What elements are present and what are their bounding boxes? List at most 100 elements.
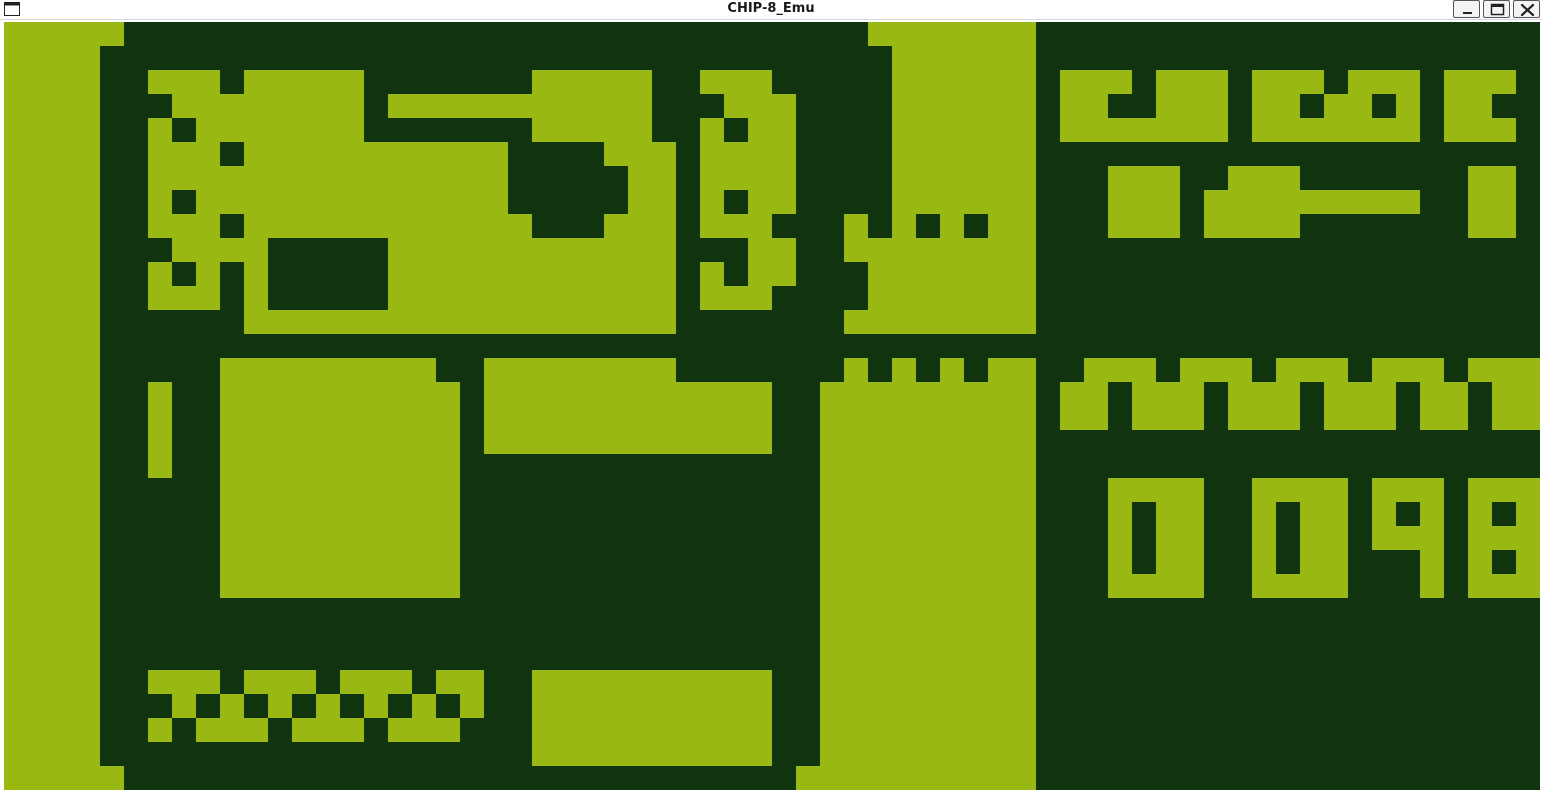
pixel-run xyxy=(244,142,508,166)
pixel-run xyxy=(1516,502,1540,526)
pixel-run xyxy=(1108,214,1180,238)
pixel-run xyxy=(148,142,220,166)
pixel-run xyxy=(1228,382,1300,406)
pixel-run xyxy=(4,670,100,694)
pixel-run xyxy=(1156,502,1204,526)
pixel-run xyxy=(892,94,1036,118)
pixel-run xyxy=(532,742,772,766)
pixel-run xyxy=(148,718,172,742)
pixel-run xyxy=(196,262,220,286)
pixel-run xyxy=(1420,406,1468,430)
pixel-run xyxy=(1444,94,1492,118)
pixel-run xyxy=(820,550,1036,574)
pixel-run xyxy=(1252,550,1276,574)
pixel-run xyxy=(628,190,676,214)
pixel-run xyxy=(196,190,508,214)
pixel-run xyxy=(820,430,1036,454)
pixel-run xyxy=(4,478,100,502)
pixel-run xyxy=(1060,70,1132,94)
pixel-run xyxy=(532,718,772,742)
pixel-run xyxy=(1516,550,1540,574)
pixel-run xyxy=(532,670,772,694)
pixel-run xyxy=(172,694,196,718)
pixel-run xyxy=(700,286,772,310)
pixel-run xyxy=(820,742,1036,766)
pixel-run xyxy=(604,142,676,166)
pixel-run xyxy=(1060,118,1228,142)
pixel-run xyxy=(1372,478,1444,502)
pixel-run xyxy=(436,670,484,694)
pixel-run xyxy=(220,406,460,430)
pixel-grid xyxy=(4,22,1540,790)
pixel-run xyxy=(1324,94,1372,118)
pixel-run xyxy=(1252,502,1276,526)
pixel-run xyxy=(1468,358,1540,382)
pixel-run xyxy=(1084,358,1156,382)
pixel-run xyxy=(700,166,796,190)
pixel-run xyxy=(1156,94,1228,118)
pixel-run xyxy=(220,382,460,406)
title-bar: CHIP-8_Emu xyxy=(0,0,1542,20)
pixel-run xyxy=(820,382,1036,406)
pixel-run xyxy=(220,526,460,550)
pixel-run xyxy=(940,214,964,238)
pixel-run xyxy=(4,502,100,526)
pixel-run xyxy=(820,502,1036,526)
pixel-run xyxy=(1204,214,1300,238)
pixel-run xyxy=(388,262,676,286)
pixel-run xyxy=(220,478,460,502)
pixel-run xyxy=(1132,406,1204,430)
pixel-run xyxy=(4,46,100,70)
pixel-run xyxy=(820,526,1036,550)
pixel-run xyxy=(892,142,1036,166)
pixel-run xyxy=(388,94,652,118)
pixel-run xyxy=(220,454,460,478)
pixel-run xyxy=(4,22,124,46)
pixel-run xyxy=(388,286,676,310)
pixel-run xyxy=(4,598,100,622)
close-icon xyxy=(1520,3,1535,17)
pixel-run xyxy=(148,670,220,694)
pixel-run xyxy=(196,118,364,142)
pixel-run xyxy=(1324,382,1396,406)
pixel-run xyxy=(244,214,532,238)
pixel-run xyxy=(1468,526,1540,550)
pixel-run xyxy=(1468,214,1516,238)
pixel-run xyxy=(1276,358,1348,382)
pixel-run xyxy=(892,166,1036,190)
pixel-run xyxy=(4,454,100,478)
pixel-run xyxy=(868,262,1036,286)
pixel-run xyxy=(460,694,484,718)
minimize-button[interactable] xyxy=(1453,0,1480,18)
pixel-run xyxy=(4,166,100,190)
pixel-run xyxy=(244,670,316,694)
pixel-run xyxy=(1156,526,1204,550)
pixel-run xyxy=(1300,526,1348,550)
pixel-run xyxy=(604,214,676,238)
pixel-run xyxy=(148,382,172,406)
pixel-run xyxy=(1468,502,1492,526)
pixel-run xyxy=(1204,190,1420,214)
pixel-run xyxy=(820,670,1036,694)
pixel-run xyxy=(1492,382,1540,406)
pixel-run xyxy=(1420,382,1468,406)
pixel-run xyxy=(988,214,1036,238)
pixel-run xyxy=(1420,502,1444,526)
pixel-run xyxy=(868,22,1036,46)
pixel-run xyxy=(748,118,796,142)
pixel-run xyxy=(892,46,1036,70)
pixel-run xyxy=(700,190,724,214)
pixel-run xyxy=(412,694,436,718)
pixel-run xyxy=(148,214,220,238)
pixel-run xyxy=(844,310,1036,334)
pixel-run xyxy=(4,766,124,790)
pixel-run xyxy=(4,574,100,598)
pixel-run xyxy=(4,526,100,550)
close-button[interactable] xyxy=(1513,0,1540,18)
pixel-run xyxy=(1060,406,1108,430)
pixel-run xyxy=(220,550,460,574)
pixel-run xyxy=(844,238,1036,262)
pixel-run xyxy=(244,286,268,310)
pixel-run xyxy=(4,382,100,406)
maximize-button[interactable] xyxy=(1483,0,1510,18)
